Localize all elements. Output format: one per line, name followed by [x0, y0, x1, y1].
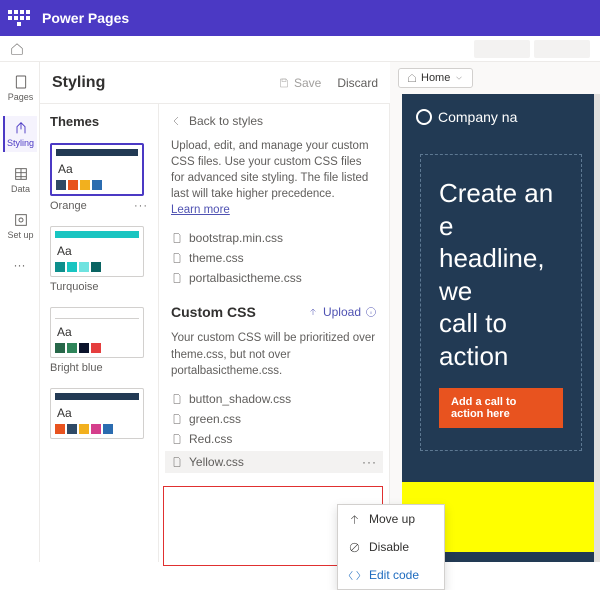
back-to-styles[interactable]: Back to styles [171, 114, 377, 128]
theme-card[interactable]: Aa [50, 388, 148, 439]
save-button[interactable]: Save [278, 76, 321, 90]
description: Upload, edit, and manage your custom CSS… [171, 138, 377, 218]
rail-item-data[interactable]: Data [3, 162, 37, 198]
theme-card[interactable]: Aa Turquoise [50, 226, 148, 293]
ghost-button[interactable] [534, 40, 590, 58]
css-file[interactable]: green.css [171, 409, 377, 429]
discard-button[interactable]: Discard [337, 76, 378, 90]
home-icon[interactable] [10, 42, 24, 56]
discard-label: Discard [337, 76, 378, 90]
chevron-down-icon [454, 73, 464, 83]
scrollbar[interactable] [594, 94, 600, 562]
menu-label: Move up [369, 512, 415, 526]
theme-name: Turquoise [50, 281, 99, 293]
company-name: Company na [438, 109, 517, 125]
rail-more[interactable]: ··· [14, 258, 26, 272]
menu-label: Edit code [369, 568, 419, 582]
styles-body: Back to styles Upload, edit, and manage … [159, 104, 389, 483]
file-more-icon[interactable]: ··· [362, 455, 377, 469]
rail-label: Set up [7, 230, 33, 240]
theme-card[interactable]: Aa Orange··· [50, 143, 148, 212]
theme-card[interactable]: Aa Bright blue [50, 307, 148, 374]
cta-button[interactable]: Add a call to action here [439, 388, 563, 428]
rail-item-styling[interactable]: Styling [3, 116, 37, 152]
base-file-list: bootstrap.min.css theme.css portalbasict… [171, 228, 377, 288]
ghost-button[interactable] [474, 40, 530, 58]
theme-more-icon[interactable]: ··· [134, 200, 148, 212]
logo-icon [416, 109, 432, 125]
back-label: Back to styles [189, 114, 263, 128]
custom-css-header: Custom CSS Upload [171, 304, 377, 320]
css-file[interactable]: portalbasictheme.css [171, 268, 377, 288]
save-label: Save [294, 76, 321, 90]
context-menu: Move up Disable Edit code [337, 504, 445, 590]
css-file[interactable]: theme.css [171, 248, 377, 268]
app-launcher-icon[interactable] [8, 7, 30, 29]
rail-label: Pages [8, 92, 34, 102]
themes-column: Styling Save Discard Themes Aa [40, 62, 159, 562]
styles-column: Back to styles Upload, edit, and manage … [159, 62, 389, 562]
home-icon [407, 73, 417, 83]
nav-rail: Pages Styling Data Set up ··· [0, 62, 40, 562]
breadcrumb-home[interactable]: Home [398, 68, 473, 88]
app-title: Power Pages [42, 10, 129, 26]
rail-label: Data [11, 184, 30, 194]
hero-content[interactable]: Create an e headline, we call to action … [420, 154, 582, 451]
rail-label: Styling [7, 138, 34, 148]
page-title: Styling [52, 74, 105, 92]
title-bar: Power Pages [0, 0, 600, 36]
menu-disable[interactable]: Disable [338, 533, 444, 561]
menu-move-up[interactable]: Move up [338, 505, 444, 533]
main: Pages Styling Data Set up ··· Styling Sa… [0, 62, 600, 562]
css-file[interactable]: button_shadow.css [171, 389, 377, 409]
css-file[interactable]: bootstrap.min.css [171, 228, 377, 248]
upload-button[interactable]: Upload [307, 305, 377, 319]
rail-item-pages[interactable]: Pages [3, 70, 37, 106]
column-header: Styling Save Discard [40, 62, 390, 104]
hero-headline: Create an e headline, we call to action [439, 177, 563, 372]
css-file[interactable]: Red.css [171, 429, 377, 449]
custom-css-label: Custom CSS [171, 304, 256, 320]
upload-label: Upload [323, 305, 361, 319]
themes-label: Themes [50, 114, 148, 129]
theme-name: Bright blue [50, 362, 103, 374]
breadcrumb-label: Home [421, 72, 450, 84]
menu-edit-code[interactable]: Edit code [338, 561, 444, 589]
theme-name: Orange [50, 200, 87, 212]
themes-body: Themes Aa Orange··· Aa Turquois [40, 104, 158, 449]
custom-file-list: button_shadow.css green.css Red.css Yell… [171, 389, 377, 473]
site-nav: Company na [402, 94, 600, 140]
custom-desc: Your custom CSS will be prioritized over… [171, 330, 377, 378]
editor-columns: Styling Save Discard Themes Aa [40, 62, 390, 562]
preview-pane: Home Company na Create an e headline, we… [390, 62, 600, 562]
learn-more-link[interactable]: Learn more [171, 204, 230, 216]
chrome-bar [0, 36, 600, 62]
rail-item-setup[interactable]: Set up [3, 208, 37, 244]
info-icon[interactable] [365, 306, 377, 318]
menu-label: Disable [369, 540, 409, 554]
css-file-selected[interactable]: Yellow.css ··· [165, 451, 383, 473]
